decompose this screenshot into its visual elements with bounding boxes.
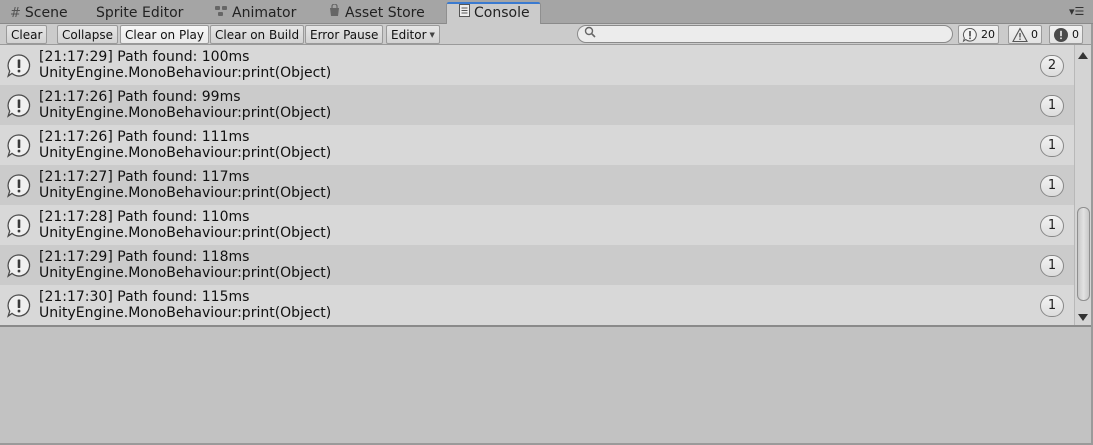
log-source: UnityEngine.MonoBehaviour:print(Object) — [39, 145, 332, 161]
dropdown-caret-icon: ▼ — [429, 31, 435, 39]
warning-icon — [1012, 26, 1028, 43]
collapse-count-badge: 1 — [1040, 255, 1064, 277]
tab-asset-store[interactable]: Asset Store — [328, 3, 425, 24]
clear-on-play-toggle[interactable]: Clear on Play — [120, 25, 209, 44]
tab-animator[interactable]: Animator — [214, 3, 296, 24]
info-message-icon — [7, 254, 31, 278]
warning-filter-toggle[interactable]: 0 — [1008, 25, 1042, 44]
log-source: UnityEngine.MonoBehaviour:print(Object) — [39, 305, 332, 321]
tab-label: Asset Store — [345, 5, 425, 21]
info-icon — [962, 27, 978, 43]
collapse-count-badge: 1 — [1040, 135, 1064, 157]
log-entry[interactable]: [21:17:29] Path found: 100ms UnityEngine… — [0, 45, 1074, 85]
info-message-icon — [7, 214, 31, 238]
log-message: [21:17:27] Path found: 117ms — [39, 169, 250, 185]
log-message: [21:17:30] Path found: 115ms — [39, 289, 250, 305]
info-message-icon — [7, 294, 31, 318]
log-message: [21:17:26] Path found: 99ms — [39, 89, 241, 105]
tab-menu-icon[interactable]: ▾☰ — [1069, 6, 1087, 18]
info-message-icon — [7, 54, 31, 78]
log-entry[interactable]: [21:17:27] Path found: 117ms UnityEngine… — [0, 165, 1074, 205]
search-input[interactable] — [598, 27, 938, 41]
log-entry[interactable]: [21:17:26] Path found: 99ms UnityEngine.… — [0, 85, 1074, 125]
search-icon — [584, 26, 596, 43]
log-list-scrollbar[interactable] — [1074, 45, 1091, 325]
collapse-count-badge: 1 — [1040, 95, 1064, 117]
log-detail-panel — [0, 327, 1091, 443]
collapse-count-badge: 1 — [1040, 215, 1064, 237]
log-message: [21:17:28] Path found: 110ms — [39, 209, 250, 225]
error-pause-toggle[interactable]: Error Pause — [305, 25, 384, 44]
log-entry[interactable]: [21:17:30] Path found: 115ms UnityEngine… — [0, 285, 1074, 325]
tab-label: Console — [474, 5, 530, 21]
log-entry[interactable]: [21:17:26] Path found: 111ms UnityEngine… — [0, 125, 1074, 165]
log-message: [21:17:29] Path found: 118ms — [39, 249, 250, 265]
console-icon — [459, 3, 470, 24]
grid-icon: # — [10, 6, 21, 21]
tab-label: Animator — [232, 5, 297, 21]
info-message-icon — [7, 174, 31, 198]
collapse-toggle[interactable]: Collapse — [57, 25, 118, 44]
log-list[interactable]: [21:17:29] Path found: 100ms UnityEngine… — [0, 45, 1074, 325]
tab-scene[interactable]: # Scene — [10, 3, 68, 24]
log-message: [21:17:29] Path found: 100ms — [39, 49, 250, 65]
log-entry[interactable]: [21:17:29] Path found: 118ms UnityEngine… — [0, 245, 1074, 285]
collapse-count-badge: 1 — [1040, 175, 1064, 197]
scrollbar-thumb[interactable] — [1077, 207, 1090, 301]
warning-count: 0 — [1031, 27, 1038, 41]
console-toolbar: Clear Collapse Clear on Play Clear on Bu… — [0, 24, 1093, 45]
error-icon — [1053, 27, 1069, 43]
tab-sprite-editor[interactable]: Sprite Editor — [96, 3, 183, 24]
log-source: UnityEngine.MonoBehaviour:print(Object) — [39, 185, 332, 201]
info-message-icon — [7, 94, 31, 118]
store-icon — [328, 3, 341, 24]
scroll-down-arrow-icon[interactable] — [1078, 314, 1088, 321]
editor-dropdown-label: Editor — [391, 28, 427, 42]
editor-dropdown[interactable]: Editor ▼ — [386, 25, 440, 44]
log-source: UnityEngine.MonoBehaviour:print(Object) — [39, 65, 332, 81]
log-count: 20 — [981, 27, 995, 41]
log-source: UnityEngine.MonoBehaviour:print(Object) — [39, 105, 332, 121]
collapse-count-badge: 1 — [1040, 295, 1064, 317]
log-source: UnityEngine.MonoBehaviour:print(Object) — [39, 265, 332, 281]
log-filter-toggle[interactable]: 20 — [958, 25, 999, 44]
tab-bar: # Scene Sprite Editor Animator Asset Sto… — [0, 0, 1093, 24]
clear-button[interactable]: Clear — [6, 25, 48, 44]
tab-console[interactable]: Console — [446, 2, 541, 24]
clear-on-build-toggle[interactable]: Clear on Build — [210, 25, 305, 44]
error-filter-toggle[interactable]: 0 — [1049, 25, 1083, 44]
log-entry[interactable]: [21:17:28] Path found: 110ms UnityEngine… — [0, 205, 1074, 245]
info-message-icon — [7, 134, 31, 158]
error-count: 0 — [1072, 27, 1079, 41]
tab-label: Sprite Editor — [96, 5, 184, 21]
tab-label: Scene — [24, 5, 68, 21]
search-field[interactable] — [577, 25, 953, 43]
animator-icon — [214, 3, 228, 24]
scroll-up-arrow-icon[interactable] — [1078, 52, 1088, 59]
log-message: [21:17:26] Path found: 111ms — [39, 129, 250, 145]
collapse-count-badge: 2 — [1040, 55, 1064, 77]
log-source: UnityEngine.MonoBehaviour:print(Object) — [39, 225, 332, 241]
